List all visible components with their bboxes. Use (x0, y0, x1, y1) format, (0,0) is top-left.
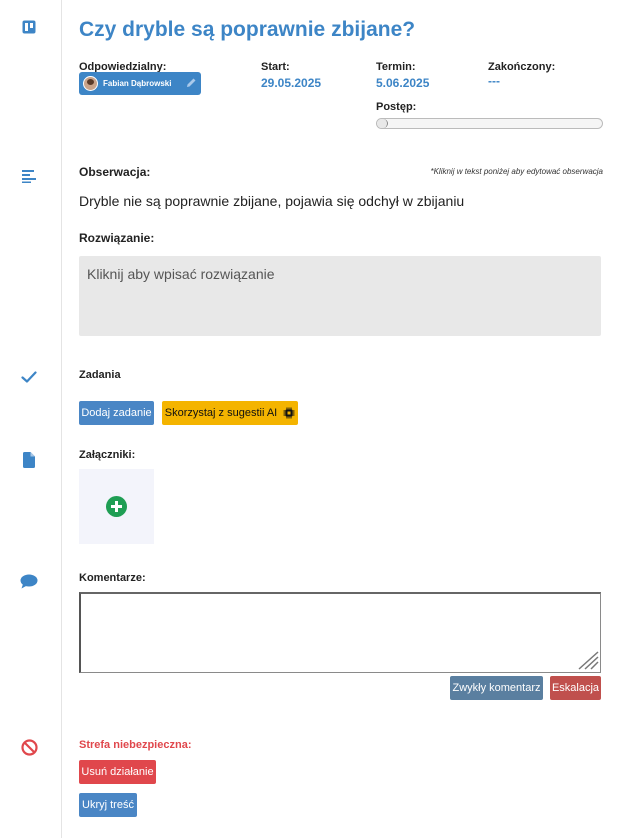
board-icon[interactable] (19, 17, 39, 37)
solution-label: Rozwiązanie: (79, 231, 155, 245)
owner-chip[interactable]: Fabian Dąbrowski (79, 72, 201, 95)
add-attachment-tile[interactable] (79, 469, 154, 544)
text-lines-icon[interactable] (19, 166, 39, 186)
closed-label: Zakończony: (488, 61, 556, 73)
tasks-label: Zadania (79, 369, 121, 381)
ai-suggestions-button[interactable]: Skorzystaj z sugestii AI (162, 401, 298, 425)
resize-grip-icon[interactable] (577, 650, 599, 670)
page-title: Czy dryble są poprawnie zbijane? (79, 18, 416, 41)
danger-zone-label: Strefa niebezpieczna: (79, 739, 192, 751)
comment-input[interactable] (79, 592, 601, 673)
delete-action-button[interactable]: Usuń działanie (79, 760, 156, 784)
progress-fill (377, 119, 389, 128)
progress-bar (376, 118, 603, 129)
escalation-button[interactable]: Eskalacja (550, 676, 601, 700)
normal-comment-button[interactable]: Zwykły komentarz (450, 676, 543, 700)
closed-value: --- (488, 74, 500, 88)
comments-label: Komentarze: (79, 572, 146, 584)
chip-icon (283, 407, 295, 419)
progress-label: Postęp: (376, 101, 417, 113)
check-icon[interactable] (19, 367, 39, 387)
avatar (83, 76, 98, 91)
start-value: 29.05.2025 (261, 76, 322, 90)
start-label: Start: (261, 61, 290, 73)
sidebar (0, 0, 62, 838)
add-task-button[interactable]: Dodaj zadanie (79, 401, 154, 425)
owner-name: Fabian Dąbrowski (103, 79, 172, 88)
comment-icon[interactable] (19, 571, 39, 591)
pencil-icon[interactable] (186, 77, 197, 88)
observation-hint: *Kliknij w tekst poniżej aby edytować ob… (430, 167, 603, 176)
ai-suggestions-label: Skorzystaj z sugestii AI (164, 407, 278, 419)
file-icon[interactable] (19, 450, 39, 470)
hide-content-button[interactable]: Ukryj treść (79, 793, 137, 817)
ban-icon[interactable] (19, 737, 39, 757)
observation-text[interactable]: Dryble nie są poprawnie zbijane, pojawia… (79, 193, 464, 209)
due-value: 5.06.2025 (376, 76, 430, 90)
observation-label: Obserwacja: (79, 165, 151, 179)
due-label: Termin: (376, 61, 416, 73)
attachments-label: Załączniki: (79, 449, 136, 461)
solution-input[interactable]: Kliknij aby wpisać rozwiązanie (79, 256, 601, 336)
plus-circle-icon (106, 496, 127, 517)
